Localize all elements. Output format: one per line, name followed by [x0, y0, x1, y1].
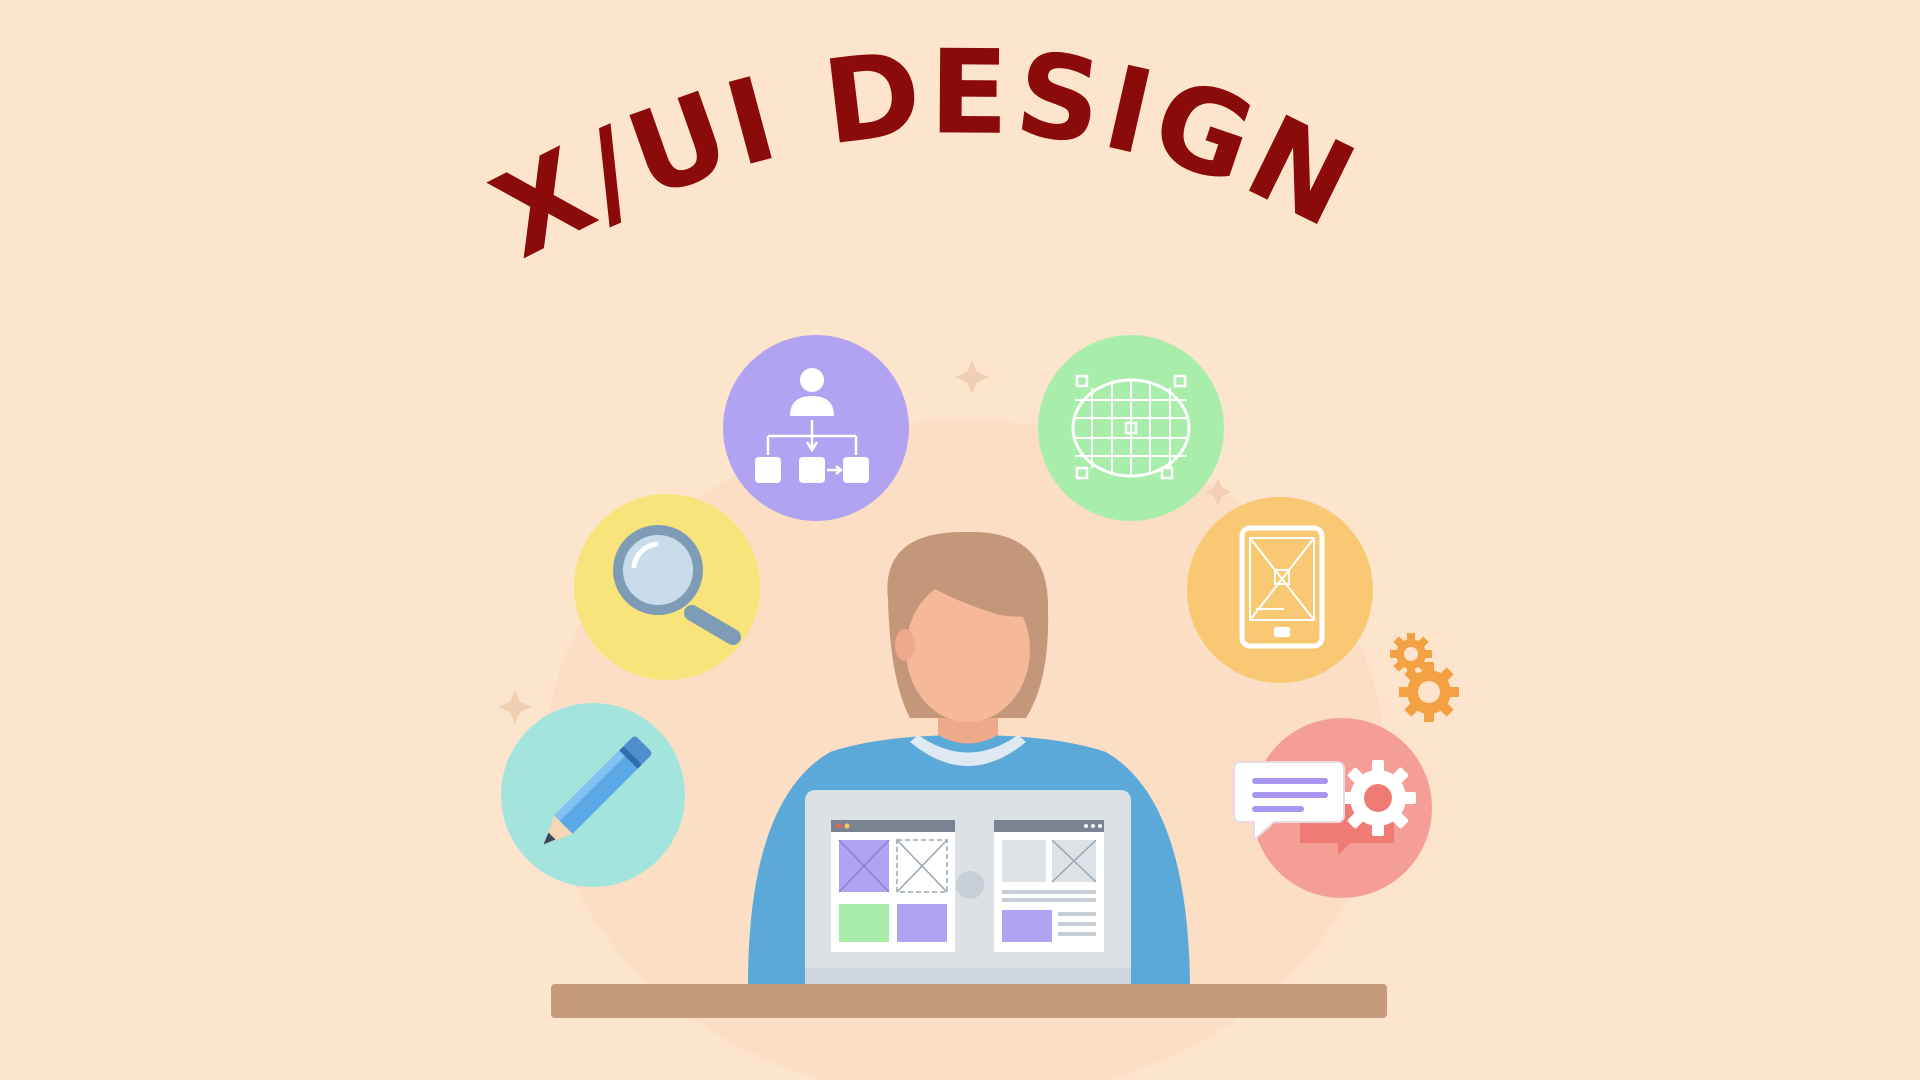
desk [551, 984, 1387, 1018]
magnifier-badge [574, 494, 760, 680]
laptop-logo [956, 871, 984, 899]
laptop-window-right [994, 820, 1104, 952]
laptop-base [805, 968, 1131, 984]
laptop-window-left [831, 820, 955, 952]
laptop [805, 790, 1131, 984]
ear [895, 629, 915, 661]
mobile-wireframe-badge [1187, 497, 1373, 683]
vector-grid-badge [1038, 335, 1224, 521]
user-flow-badge [723, 335, 909, 521]
illustration: UX/UI DESIGNER [0, 0, 1920, 1080]
ux-ui-designer-illustration: UX/UI DESIGNER [0, 0, 1920, 1080]
pencil-badge [501, 703, 685, 887]
